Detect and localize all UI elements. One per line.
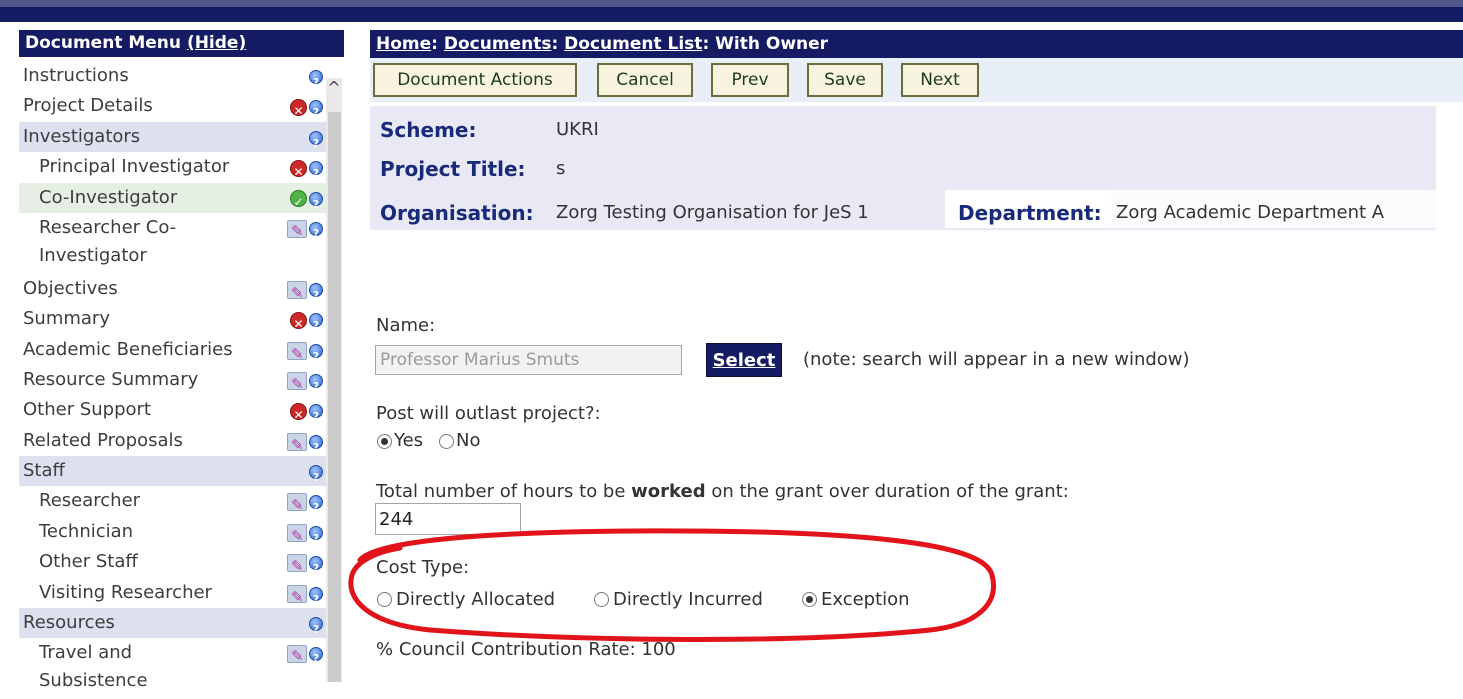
red-annotation-circle <box>348 528 996 642</box>
